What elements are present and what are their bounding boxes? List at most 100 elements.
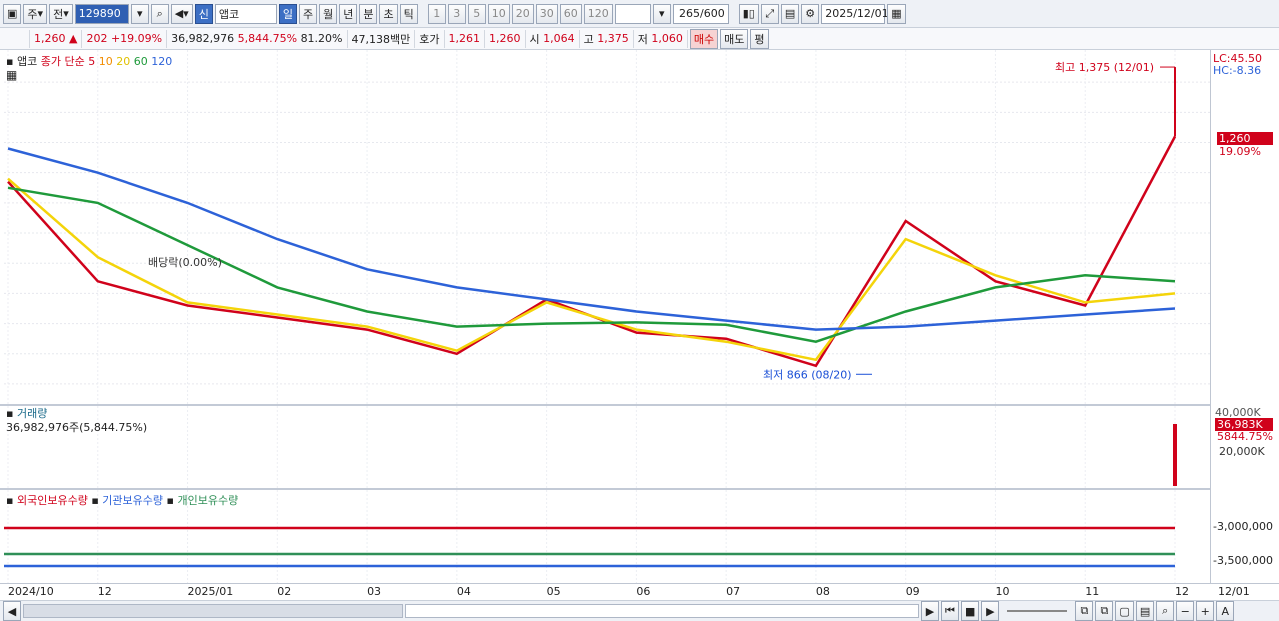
- stock-name-field[interactable]: 앱코: [214, 3, 277, 24]
- window-menu-icon[interactable]: ▣: [3, 3, 22, 24]
- tab-minute[interactable]: 분: [359, 3, 378, 24]
- legend-ma-10: 10: [98, 55, 113, 68]
- volume-current-pct: 5844.75%: [1217, 430, 1273, 443]
- custom-step-input[interactable]: [614, 3, 651, 24]
- volume-right-axis: 40,000K 36,983K 5844.75% 20,000K: [1210, 404, 1279, 488]
- holding-legend: ▪ 외국인보유수량 ▪ 기관보유수량 ▪ 개인보유수량: [6, 494, 239, 507]
- stop-icon[interactable]: ■: [961, 601, 980, 621]
- x-axis-label: 04: [456, 585, 471, 598]
- price-right-axis: LC:45.50 HC:-8.36 1,260 19.09%: [1210, 50, 1279, 404]
- high-annotation: 최고 1,375 (12/01): [1055, 61, 1154, 74]
- hc-value: HC:-8.36: [1213, 64, 1262, 77]
- tab-day[interactable]: 일: [278, 3, 297, 24]
- current-price-tag: 1,260: [1217, 132, 1273, 145]
- calendar-icon[interactable]: ▦: [887, 3, 906, 24]
- bid-price: 1,260: [485, 29, 526, 48]
- x-axis-label: 11: [1085, 585, 1100, 598]
- tab-tick[interactable]: 틱: [399, 3, 418, 24]
- legend-box-icon[interactable]: ▪: [6, 55, 13, 68]
- custom-step-dropdown-icon[interactable]: ▾: [652, 3, 671, 24]
- print-icon[interactable]: ▤: [1135, 601, 1155, 621]
- credit-badge[interactable]: 신: [194, 3, 213, 24]
- count-input[interactable]: 265/600: [672, 3, 729, 24]
- scroll-right-icon[interactable]: ▶: [921, 601, 939, 621]
- rewind-icon[interactable]: ⏮: [941, 601, 959, 621]
- holding-tick-3500000: -3,500,000: [1213, 554, 1273, 567]
- legend-foreign: 외국인보유수량: [16, 494, 88, 507]
- speaker-icon[interactable]: ◀▾: [170, 3, 193, 24]
- step-3-button[interactable]: 3: [447, 3, 466, 24]
- x-axis-label: 06: [636, 585, 651, 598]
- step-5-button[interactable]: 5: [467, 3, 486, 24]
- pane-separator: [0, 404, 1210, 406]
- x-axis-label: 2024/10: [8, 585, 54, 598]
- scroll-thumb[interactable]: [405, 604, 919, 618]
- legend-ma-120: 120: [151, 55, 173, 68]
- play-icon[interactable]: ▶: [981, 601, 1000, 621]
- step-1-button[interactable]: 1: [427, 3, 446, 24]
- legend-ma-60: 60: [133, 55, 148, 68]
- gear-icon[interactable]: ⚙: [801, 3, 820, 24]
- pane-separator: [0, 488, 1210, 490]
- step-10-button[interactable]: 10: [487, 3, 510, 24]
- x-axis-label: 09: [905, 585, 920, 598]
- zoom-in-icon[interactable]: +: [1196, 601, 1215, 621]
- volume-bar-last: [1173, 424, 1177, 486]
- candle-type-icon[interactable]: ▮▯: [738, 3, 759, 24]
- scroll-track[interactable]: [23, 604, 403, 618]
- grid-toggle-icon[interactable]: ▦: [6, 68, 17, 82]
- prev-button[interactable]: 전 ▾: [49, 3, 73, 24]
- draw-tool-icon[interactable]: ⤢: [760, 3, 779, 24]
- step-30-button[interactable]: 30: [535, 3, 558, 24]
- tab-second[interactable]: 초: [379, 3, 398, 24]
- low-price: 저 1,060: [634, 29, 688, 48]
- volume-value: 36,982,976 5,844.75% 81.20%: [167, 29, 348, 48]
- font-size-icon[interactable]: A: [1216, 601, 1235, 621]
- current-pct-tag: 19.09%: [1219, 145, 1261, 158]
- x-axis-label: 02: [277, 585, 292, 598]
- x-axis-label: 12/01: [1218, 585, 1250, 598]
- ask-price: 1,261: [445, 29, 485, 48]
- x-axis-label: 03: [367, 585, 382, 598]
- zoom-slider[interactable]: [1007, 610, 1068, 612]
- eval-button[interactable]: 평: [750, 28, 769, 49]
- legend-series-label: 종가 단순: [40, 55, 85, 68]
- scroll-left-icon[interactable]: ◀: [3, 601, 21, 621]
- price-legend: ▪ 앱코 종가 단순 5 10 20 60 120: [6, 55, 173, 68]
- trade-amount: 47,138백만: [348, 29, 416, 48]
- layout-icon[interactable]: ⧉: [1075, 601, 1094, 621]
- step-20-button[interactable]: 20: [511, 3, 534, 24]
- x-axis-label: 07: [726, 585, 741, 598]
- date-input[interactable]: 2025/12/01: [821, 3, 889, 24]
- volume-tick-20000: 20,000K: [1219, 445, 1265, 458]
- compare-icon[interactable]: ⧉: [1095, 601, 1114, 621]
- holding-tick-3000000: -3,000,000: [1213, 520, 1273, 533]
- buy-button[interactable]: 매수: [689, 28, 719, 49]
- tab-week[interactable]: 주: [298, 3, 318, 24]
- holding-right-axis: -3,000,000 -3,500,000: [1210, 488, 1279, 583]
- step-120-button[interactable]: 120: [583, 3, 613, 24]
- tab-month[interactable]: 월: [319, 3, 338, 24]
- stock-code-input[interactable]: 129890: [74, 3, 129, 24]
- sell-button[interactable]: 매도: [720, 28, 749, 49]
- current-price: 1,260 ▲: [30, 29, 83, 48]
- x-axis-label: 2025/01: [187, 585, 234, 598]
- info-spacer: [0, 29, 30, 48]
- x-axis-label: 12: [1175, 585, 1189, 598]
- window-icon[interactable]: ▢: [1115, 601, 1134, 621]
- quote-label: 호가: [415, 29, 445, 48]
- open-price: 시 1,064: [526, 29, 580, 48]
- step-60-button[interactable]: 60: [559, 3, 582, 24]
- zoom-out-icon[interactable]: −: [1176, 601, 1195, 621]
- code-dropdown-icon[interactable]: ▾: [130, 3, 149, 24]
- top-toolbar: ▣ 주 ▾ 전 ▾ 129890 ▾ ⌕ ◀▾ 신 앱코 일 주 월 년 분 초 틱…: [0, 0, 1279, 28]
- period-main-button[interactable]: 주 ▾: [23, 3, 48, 24]
- save-icon[interactable]: ▤: [780, 3, 800, 24]
- dividend-annotation: 배당락(0.00%): [148, 256, 222, 269]
- tab-year[interactable]: 년: [339, 3, 358, 24]
- chart-canvas[interactable]: 1,3501,3001,2501,2001,1501,1001,0501,000…: [0, 50, 1279, 600]
- volume-value-text: 36,982,976주(5,844.75%): [6, 421, 148, 434]
- zoom-search-icon[interactable]: ⌕: [1156, 601, 1175, 621]
- search-icon[interactable]: ⌕: [150, 3, 169, 24]
- x-axis-label: 08: [815, 585, 830, 598]
